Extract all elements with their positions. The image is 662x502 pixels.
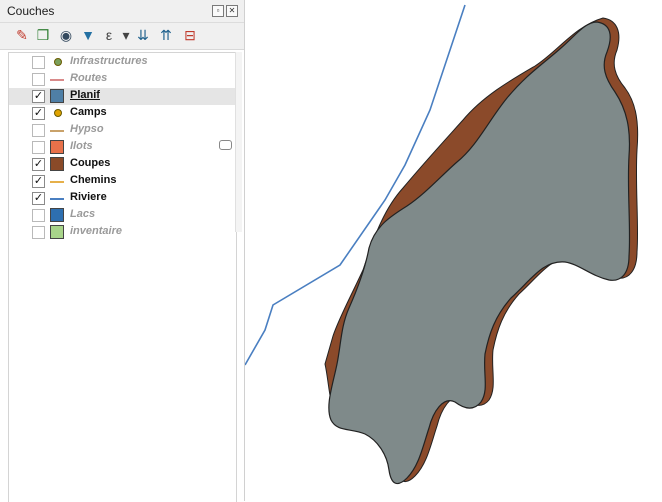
layer-label: inventaire (70, 225, 122, 237)
layer-visibility-checkbox[interactable]: ✓ (32, 175, 45, 188)
layer-label: Infrastructures (70, 55, 148, 67)
fill-symbol-icon (50, 225, 64, 239)
layer-label: Planif (70, 89, 100, 101)
point-symbol-icon (54, 109, 62, 117)
layer-label: Riviere (70, 191, 107, 203)
layer-visibility-checkbox[interactable]: ✓ (32, 107, 45, 120)
layer-label: Hypso (70, 123, 104, 135)
layer-visibility-checkbox[interactable]: ✓ (32, 90, 45, 103)
fill-symbol-icon (50, 89, 64, 103)
layer-label: Lacs (70, 208, 96, 220)
layer-tree: Infrastructures Routes ✓ Planif ✓ Camps Hypso I… (8, 52, 237, 502)
layer-label: Chemins (70, 174, 117, 186)
expand-all-icon[interactable]: ⇊ (135, 27, 151, 43)
layer-row-routes[interactable]: Routes (9, 71, 236, 88)
layer-visibility-checkbox[interactable] (32, 73, 45, 86)
map-canvas[interactable] (245, 0, 662, 501)
layer-row-infrastructures[interactable]: Infrastructures (9, 54, 236, 71)
line-symbol-icon (50, 130, 64, 132)
fill-symbol-icon (50, 140, 64, 154)
filter-icon[interactable]: ▼ (80, 27, 96, 43)
layer-label: Ilots (70, 140, 93, 152)
collapse-all-icon[interactable]: ⇈ (158, 27, 174, 43)
panel-title: Couches (7, 4, 55, 18)
line-symbol-icon (50, 79, 64, 81)
planif-polygon (328, 21, 631, 485)
layer-visibility-checkbox[interactable] (32, 141, 45, 154)
layer-visibility-checkbox[interactable] (32, 124, 45, 137)
layer-row-inventaire[interactable]: inventaire (9, 224, 236, 241)
layer-visibility-checkbox[interactable] (32, 226, 45, 239)
layer-row-camps[interactable]: ✓ Camps (9, 105, 236, 122)
vertical-scrollbar[interactable] (235, 52, 242, 232)
expression-filter-icon[interactable]: ε (101, 27, 117, 43)
map-svg (245, 4, 639, 485)
panel-header: Couches ▫ ✕ (0, 0, 244, 23)
visibility-eye-icon[interactable]: ◉ (58, 27, 74, 43)
layer-visibility-checkbox[interactable] (32, 56, 45, 69)
line-symbol-icon (50, 181, 64, 183)
layer-label: Coupes (70, 157, 111, 169)
layer-row-lacs[interactable]: Lacs (9, 207, 236, 224)
fill-symbol-icon (50, 208, 64, 222)
layer-visibility-checkbox[interactable]: ✓ (32, 192, 45, 205)
layer-label: Camps (70, 106, 107, 118)
layer-visibility-checkbox[interactable] (32, 209, 45, 222)
layer-row-planif[interactable]: ✓ Planif (9, 88, 236, 105)
layers-panel: Couches ▫ ✕ ✎ ❒ ◉ ▼ ε ▾ ⇊ ⇈ ⊟ Infrastructures Rou… (0, 0, 245, 502)
layer-row-riviere[interactable]: ✓ Riviere (9, 190, 236, 207)
layers-toolbar: ✎ ❒ ◉ ▼ ε ▾ ⇊ ⇈ ⊟ (0, 23, 244, 50)
style-brush-icon[interactable]: ✎ (14, 27, 30, 43)
layer-row-chemins[interactable]: ✓ Chemins (9, 173, 236, 190)
float-panel-icon[interactable]: ▫ (212, 5, 224, 17)
fill-symbol-icon (50, 157, 64, 171)
layer-label: Routes (70, 72, 108, 84)
remove-layer-icon[interactable]: ⊟ (182, 27, 198, 43)
layer-row-ilots[interactable]: Ilots (9, 139, 236, 156)
layer-visibility-checkbox[interactable]: ✓ (32, 158, 45, 171)
close-panel-icon[interactable]: ✕ (226, 5, 238, 17)
line-symbol-icon (50, 198, 64, 200)
point-symbol-icon (54, 58, 62, 66)
dropdown-arrow-icon[interactable]: ▾ (118, 27, 134, 43)
add-group-icon[interactable]: ❒ (35, 27, 51, 43)
panel-toggle-icon[interactable] (219, 140, 232, 150)
layer-row-hypso[interactable]: Hypso (9, 122, 236, 139)
layer-row-coupes[interactable]: ✓ Coupes (9, 156, 236, 173)
